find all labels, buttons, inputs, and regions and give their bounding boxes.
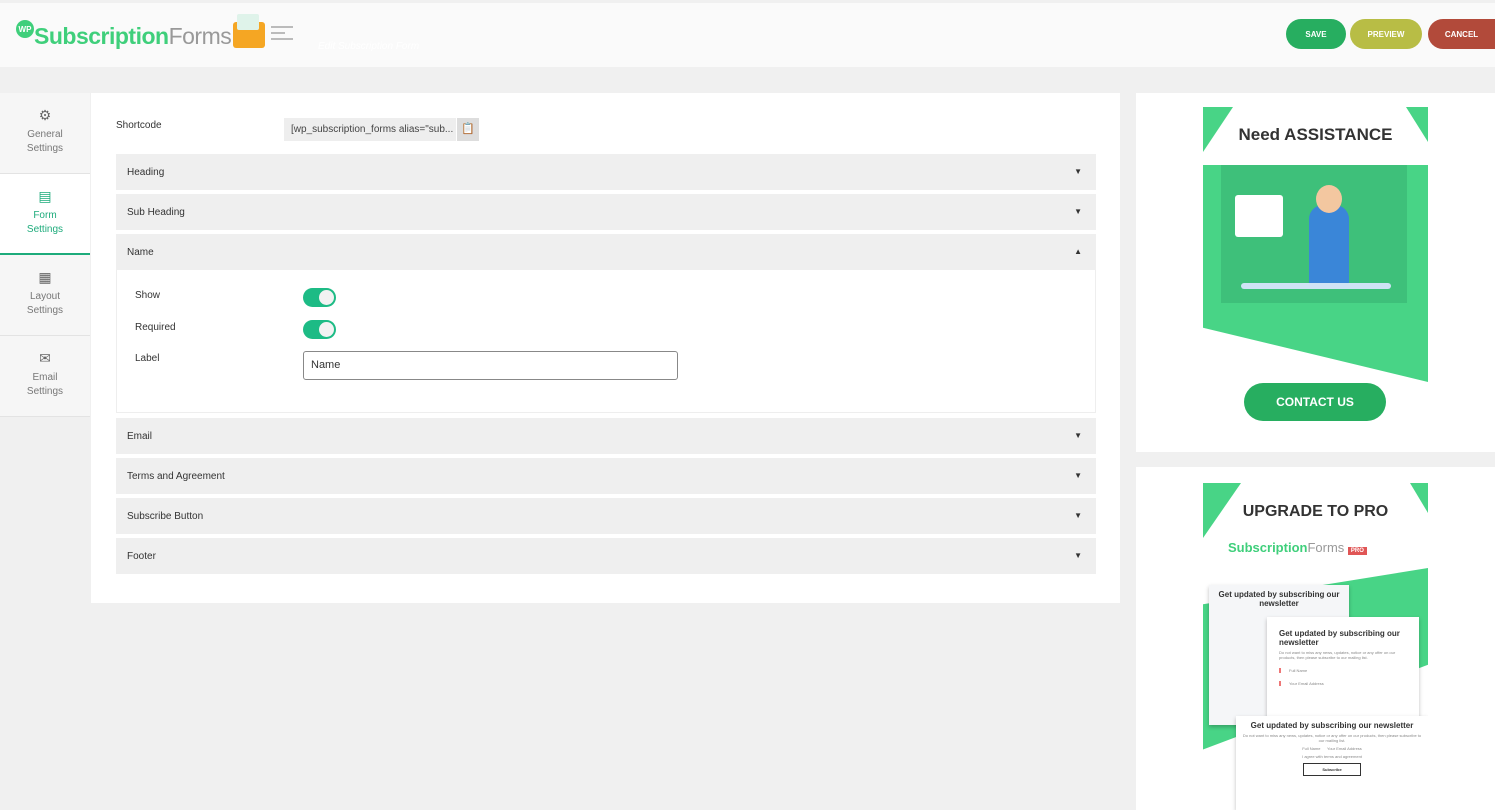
chevron-up-icon: ▲	[1074, 247, 1082, 256]
upgrade-title: UPGRADE TO PRO	[1242, 503, 1389, 520]
accordion-sub-heading[interactable]: Sub Heading ▼	[116, 194, 1096, 230]
name-section-body: Show Required Label Name	[116, 270, 1096, 413]
section-title: Heading	[127, 167, 165, 178]
show-label: Show	[135, 290, 161, 301]
cancel-button[interactable]: CANCEL	[1428, 19, 1495, 49]
sidebar-label: Form	[33, 210, 57, 221]
accordion-footer[interactable]: Footer ▼	[116, 538, 1096, 574]
preview-card-2: Get updated by subscribing our newslette…	[1267, 617, 1419, 727]
sidebar-item-layout-settings[interactable]: ▦ Layout Settings	[0, 255, 90, 336]
section-title: Name	[127, 247, 154, 258]
upgrade-logo: SubscriptionForms PRO	[1228, 540, 1367, 555]
section-title: Subscribe Button	[127, 511, 204, 522]
support-illustration	[1221, 165, 1407, 303]
sidebar-label: Settings	[26, 143, 64, 154]
sidebar-item-form-settings[interactable]: ▤ Form Settings	[0, 174, 90, 255]
sidebar-label: General	[27, 129, 63, 140]
section-title: Terms and Agreement	[127, 471, 225, 482]
sidebar-label: Layout	[29, 291, 61, 302]
logo-text-secondary: Forms	[168, 23, 232, 49]
chevron-down-icon: ▼	[1074, 167, 1082, 176]
chevron-down-icon: ▼	[1074, 207, 1082, 216]
sidebar-label: Email	[32, 372, 58, 383]
layout-icon: ▦	[38, 269, 52, 285]
logo-text-primary: Subscription	[34, 23, 169, 49]
gear-icon: ⚙	[38, 107, 52, 123]
accordion-email[interactable]: Email ▼	[116, 418, 1096, 454]
envelope-icon: ✉	[39, 350, 51, 366]
shortcode-field[interactable]: [wp_subscription_forms alias="sub...	[284, 118, 456, 141]
preview-card-3: Get updated by subscribing our newslette…	[1236, 716, 1428, 810]
sidebar-item-email-settings[interactable]: ✉ Email Settings	[0, 336, 90, 417]
logo: WP Subscription Forms	[16, 14, 294, 50]
required-label: Required	[135, 322, 176, 333]
required-toggle[interactable]	[303, 320, 336, 339]
accordion-name[interactable]: Name ▲	[116, 234, 1096, 270]
chevron-down-icon: ▼	[1074, 471, 1082, 480]
shortcode-label: Shortcode	[116, 120, 162, 131]
top-header: WP Subscription Forms Edit Subscription …	[0, 3, 1495, 67]
menu-toggle-icon[interactable]	[271, 22, 294, 44]
save-button[interactable]: SAVE	[1286, 19, 1346, 49]
preview-button[interactable]: PREVIEW	[1350, 19, 1422, 49]
label-label: Label	[135, 353, 160, 364]
section-title: Email	[127, 431, 153, 442]
accordion-subscribe-button[interactable]: Subscribe Button ▼	[116, 498, 1096, 534]
form-icon: ▤	[38, 188, 52, 204]
sidebar-item-general-settings[interactable]: ⚙ General Settings	[0, 93, 90, 174]
chevron-down-icon: ▼	[1074, 511, 1082, 520]
logo-badge: WP	[16, 20, 34, 38]
section-title: Sub Heading	[127, 207, 185, 218]
section-title: Footer	[127, 551, 156, 562]
assistance-title: Need ASSISTANCE	[1238, 125, 1393, 144]
show-toggle[interactable]	[303, 288, 336, 307]
assistance-box: Need ASSISTANCE CONTACT US	[1136, 93, 1495, 452]
page-subtitle: Edit Subscription Form	[318, 41, 420, 52]
sidebar-label: Settings	[26, 305, 64, 316]
accordion-heading[interactable]: Heading ▼	[116, 154, 1096, 190]
sidebar-label: Settings	[26, 386, 64, 397]
clipboard-copy-icon[interactable]: 📋	[457, 118, 479, 141]
envelope-logo-icon	[233, 14, 266, 48]
upgrade-banner[interactable]: UPGRADE TO PRO SubscriptionForms PRO Get…	[1203, 483, 1428, 810]
chevron-down-icon: ▼	[1074, 431, 1082, 440]
chevron-down-icon: ▼	[1074, 551, 1082, 560]
sidebar-label: Settings	[26, 224, 64, 235]
contact-us-button[interactable]: CONTACT US	[1244, 383, 1386, 421]
settings-sidebar: ⚙ General Settings ▤ Form Settings ▦ Layout Se…	[0, 93, 90, 417]
upgrade-box: UPGRADE TO PRO SubscriptionForms PRO Get…	[1136, 467, 1495, 810]
form-settings-panel: Shortcode [wp_subscription_forms alias="…	[91, 93, 1120, 603]
accordion-terms[interactable]: Terms and Agreement ▼	[116, 458, 1096, 494]
label-input[interactable]: Name	[303, 351, 678, 380]
assistance-banner: Need ASSISTANCE	[1203, 107, 1428, 382]
